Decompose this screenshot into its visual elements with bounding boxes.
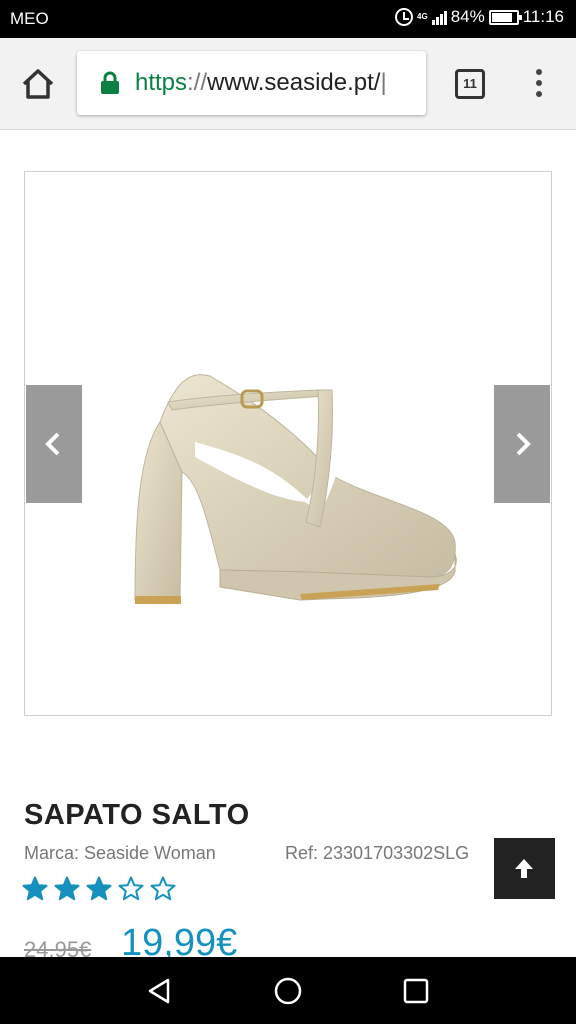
overflow-menu-button[interactable] (527, 66, 551, 102)
address-bar[interactable]: https://www.seaside.pt/| (77, 51, 426, 115)
shoe-photo (134, 374, 457, 604)
nav-recents-button[interactable] (400, 975, 432, 1007)
recents-square-icon (403, 978, 429, 1004)
system-nav-bar (0, 957, 576, 1024)
gallery-next-button[interactable] (494, 385, 550, 503)
star-empty-icon (118, 876, 144, 901)
browser-toolbar: https://www.seaside.pt/| 11 (0, 38, 576, 130)
star-filled-icon (86, 876, 112, 901)
arrow-up-icon (515, 859, 533, 878)
tabs-button[interactable]: 11 (455, 69, 485, 99)
chevron-right-icon (516, 432, 531, 456)
url-separator: :// (187, 69, 208, 96)
chevron-left-icon (45, 432, 60, 456)
nav-home-button[interactable] (272, 975, 304, 1007)
star-filled-icon (54, 876, 80, 901)
home-button[interactable] (18, 64, 58, 104)
status-icons: 4G 84% 11:16 (395, 7, 564, 27)
menu-dot (536, 91, 542, 97)
gallery-prev-button[interactable] (26, 385, 82, 503)
home-circle-icon (274, 977, 302, 1005)
url-text: https://www.seaside.pt/| (135, 69, 387, 97)
signal-icon (431, 9, 447, 25)
battery-icon (488, 9, 522, 25)
url-scheme: https (135, 69, 188, 96)
carrier-label: MEO (10, 9, 49, 28)
clock: 11:16 (522, 7, 564, 26)
alarm-icon (395, 8, 414, 26)
product-title: SAPATO SALTO (24, 799, 250, 831)
battery-percent: 84% (450, 7, 485, 26)
star-filled-icon (22, 876, 48, 901)
menu-dot (536, 69, 542, 75)
rating-stars (22, 876, 176, 902)
lock-icon (101, 71, 119, 94)
star-empty-icon (150, 876, 176, 901)
back-triangle-icon (148, 978, 170, 1004)
url-host: www.seaside.pt/ (207, 69, 381, 96)
back-to-top-button[interactable] (494, 838, 555, 899)
url-rest: | (380, 69, 387, 96)
product-image-gallery (24, 171, 552, 716)
network-type-label: 4G (417, 12, 428, 21)
menu-dot (536, 80, 542, 86)
status-bar: MEO 4G 84% 11:16 (0, 0, 576, 38)
product-brand: Marca: Seaside Woman (24, 843, 216, 863)
nav-back-button[interactable] (144, 975, 176, 1007)
product-ref: Ref: 23301703302SLG (285, 843, 470, 863)
home-icon (22, 69, 54, 99)
